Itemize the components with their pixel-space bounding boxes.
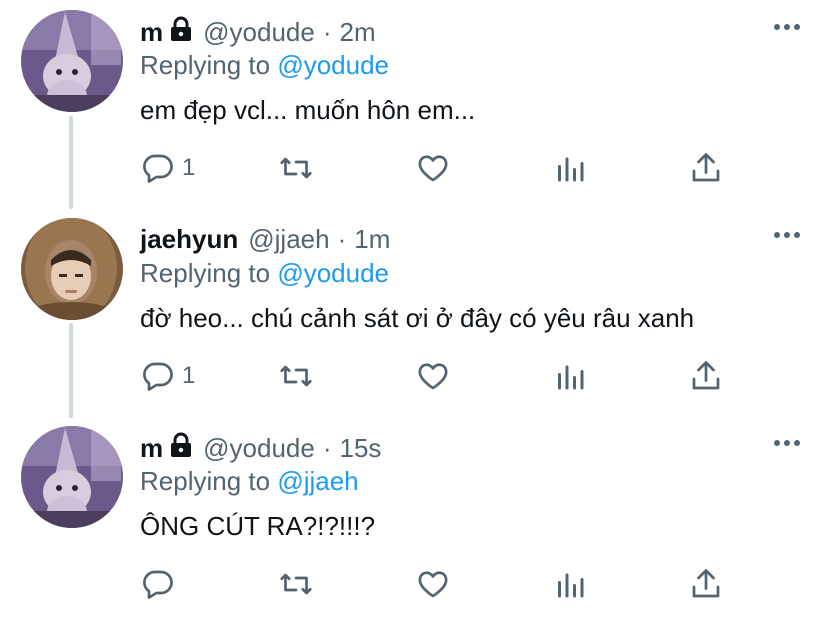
like-button[interactable] (415, 356, 451, 396)
user-handle[interactable]: @yodude (203, 433, 315, 463)
timestamp[interactable]: 2m (340, 17, 376, 47)
analytics-button[interactable] (552, 564, 588, 604)
more-icon[interactable] (772, 20, 802, 34)
like-icon (415, 358, 451, 394)
display-name[interactable]: m (140, 17, 163, 47)
tweet-actions (140, 564, 740, 604)
retweet-button[interactable] (278, 356, 314, 396)
like-icon (415, 566, 451, 602)
share-icon (688, 358, 724, 394)
reply-icon (140, 358, 176, 394)
lock-icon (169, 432, 193, 464)
reply-button[interactable] (140, 564, 182, 604)
share-button[interactable] (688, 356, 724, 396)
share-button[interactable] (688, 148, 724, 188)
separator: · (322, 433, 332, 463)
cat-avatar-image (21, 426, 123, 528)
tweet-header: m @yodude · 2m (140, 16, 376, 48)
separator: · (337, 224, 347, 254)
timestamp[interactable]: 1m (354, 224, 390, 254)
avatar[interactable] (21, 218, 123, 320)
replying-to: Replying to @yodude (140, 258, 389, 288)
tweet-text: em đẹp vcl... muốn hôn em... (140, 95, 476, 125)
analytics-button[interactable] (552, 356, 588, 396)
avatar[interactable] (21, 10, 123, 112)
cat-avatar-image (21, 10, 123, 112)
analytics-icon (552, 566, 588, 602)
replying-to-label: Replying to (140, 50, 271, 80)
user-handle[interactable]: @jjaeh (248, 224, 329, 254)
reply-mention-link[interactable]: @yodude (277, 258, 389, 288)
retweet-icon (278, 566, 314, 602)
tweet[interactable]: m @yodude · 2m Replying to @yodude em đẹ… (0, 0, 828, 208)
retweet-icon (278, 150, 314, 186)
like-button[interactable] (415, 148, 451, 188)
share-icon (688, 566, 724, 602)
reply-button[interactable]: 1 (140, 356, 195, 396)
lock-icon (169, 16, 193, 48)
replying-to-label: Replying to (140, 466, 271, 496)
share-button[interactable] (688, 564, 724, 604)
tweet-text: đờ heo... chú cảnh sát ơi ở đây có yêu r… (140, 303, 695, 333)
retweet-icon (278, 358, 314, 394)
reply-icon (140, 566, 176, 602)
analytics-icon (552, 150, 588, 186)
more-icon[interactable] (772, 228, 802, 242)
tweet-header: m @yodude · 15s (140, 432, 381, 464)
reply-count: 1 (182, 154, 196, 181)
avatar[interactable] (21, 426, 123, 528)
user-handle[interactable]: @yodude (203, 17, 315, 47)
like-icon (415, 150, 451, 186)
reply-mention-link[interactable]: @yodude (277, 50, 389, 80)
replying-to-label: Replying to (140, 258, 271, 288)
replying-to: Replying to @yodude (140, 50, 389, 80)
more-icon[interactable] (772, 436, 802, 450)
person-avatar-image (21, 218, 123, 320)
reply-button[interactable]: 1 (140, 148, 195, 188)
tweet-header: jaehyun @jjaeh · 1m (140, 224, 390, 254)
tweet-text: ÔNG CÚT RA?!?!!!? (140, 511, 376, 541)
analytics-button[interactable] (552, 148, 588, 188)
replying-to: Replying to @jjaeh (140, 466, 359, 496)
display-name[interactable]: m (140, 433, 163, 463)
retweet-button[interactable] (278, 148, 314, 188)
tweet[interactable]: jaehyun @jjaeh · 1m Replying to @yodude … (0, 208, 828, 416)
tweet[interactable]: m @yodude · 15s Replying to @jjaeh ÔNG C… (0, 416, 828, 624)
reply-mention-link[interactable]: @jjaeh (277, 466, 358, 496)
reply-icon (140, 150, 176, 186)
reply-count: 1 (182, 362, 196, 389)
timestamp[interactable]: 15s (340, 433, 382, 463)
analytics-icon (552, 358, 588, 394)
separator: · (322, 17, 332, 47)
tweet-actions: 1 (140, 148, 740, 188)
tweet-actions: 1 (140, 356, 740, 396)
share-icon (688, 150, 724, 186)
retweet-button[interactable] (278, 564, 314, 604)
display-name[interactable]: jaehyun (140, 224, 238, 254)
like-button[interactable] (415, 564, 451, 604)
